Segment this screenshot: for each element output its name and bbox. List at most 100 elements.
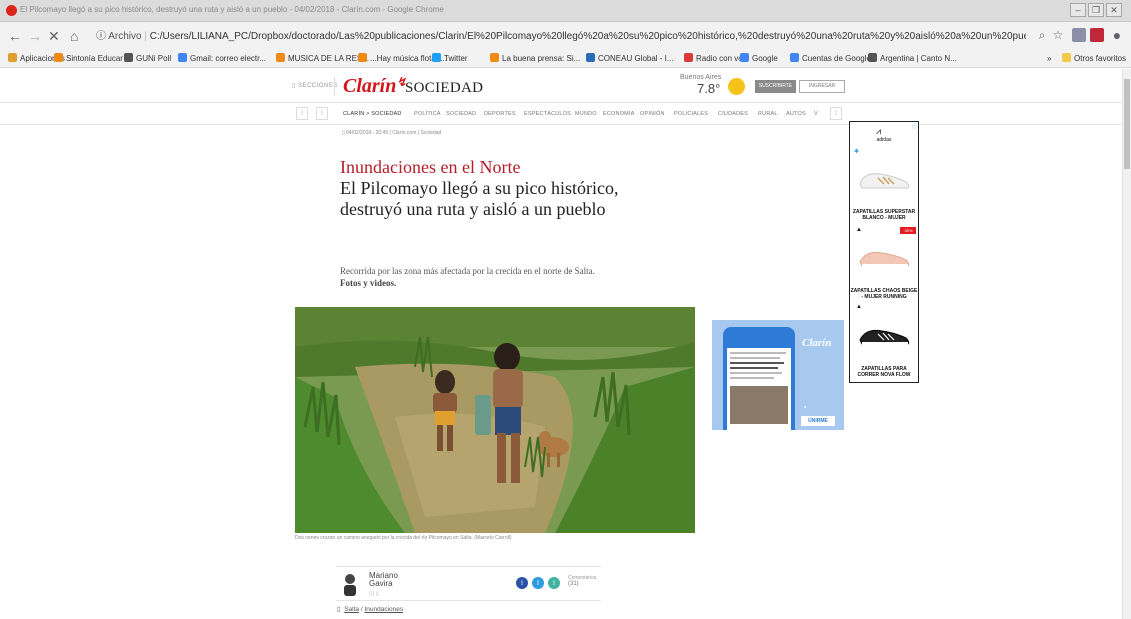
nav-item[interactable]: RURAL (758, 111, 778, 117)
author-row: Mariano Gavira ▯ | ▯ ▯ ▯ ▯ Comentarios (3… (336, 566, 601, 601)
bookmark-item[interactable]: Google (740, 53, 778, 65)
tag-topic[interactable]: Inundaciones (364, 606, 403, 613)
nav-item[interactable]: POLICIALES (674, 111, 708, 117)
bookmark-item[interactable]: La buena prensa: Si... (490, 53, 580, 65)
product-label[interactable]: ZAPATILLAS CHAOS BEIGE - MUJER RUNNING (850, 288, 918, 300)
bookmarks-bar: Aplicaciones Sintonía Educar GUNi Poll Gmai… (0, 50, 1131, 68)
product-label[interactable]: ZAPATILLAS PARA CORRER NOVA FLOW (850, 366, 918, 378)
page-scrollbar[interactable] (1122, 69, 1131, 619)
scrollbar-thumb[interactable] (1124, 79, 1130, 169)
adidas-small-icon: ▲ (856, 304, 862, 310)
section-nav: ▯ ▯ CLARÍN > SOCIEDAD POLÍTICA SOCIEDAD DEP… (0, 103, 1122, 125)
home-icon[interactable]: ⌂ (70, 28, 78, 44)
whatsapp-share-icon[interactable]: ▯ (548, 577, 560, 589)
bookmark-label: GUNi Poll (136, 54, 172, 63)
clarin-favicon-icon (6, 5, 17, 16)
url-field[interactable]: ⓘ Archivo | C:/Users/LILIANA_PC/Dropbox/… (96, 28, 1026, 46)
extension-icon[interactable] (1072, 28, 1086, 42)
nav-item[interactable]: DEPORTES (484, 111, 516, 117)
page-viewport[interactable]: ▯ SECCIONES Clarín↯ SOCIEDAD Buenos Aire… (0, 69, 1122, 619)
nav-item[interactable]: OPINIÓN (640, 111, 665, 117)
bookmark-item[interactable]: Cuentas de Google (790, 53, 871, 65)
bookmark-item[interactable]: Argentina | Canto N... (868, 53, 957, 65)
author-avatar[interactable] (342, 572, 358, 596)
nav-item[interactable]: AUTOS (786, 111, 806, 117)
zoom-icon[interactable]: ⌕ (1035, 28, 1049, 42)
nav-item[interactable]: V (814, 111, 818, 117)
bookmark-favicon-icon (740, 53, 749, 62)
author-name[interactable]: Mariano Gavira (369, 572, 429, 588)
bookmark-favicon-icon (490, 53, 499, 62)
nav-search-icon[interactable]: ▯ (830, 107, 842, 120)
login-button[interactable]: INGRESAR (799, 80, 845, 93)
stop-icon[interactable]: ✕ (48, 28, 60, 44)
bookmark-favicon-icon (8, 53, 17, 62)
star-icon[interactable]: ☆ (1051, 28, 1065, 42)
info-icon[interactable]: ⓘ (96, 31, 106, 42)
article-summary: Recorrida por las zona más afectada por … (340, 266, 595, 288)
nav-item[interactable]: CIUDADES (718, 111, 748, 117)
article-photo[interactable] (295, 307, 695, 533)
author-social-icons[interactable]: ▯ | ▯ (369, 591, 379, 597)
bookmark-item[interactable]: Sintonía Educar (54, 53, 123, 65)
bookmark-favicon-icon (586, 53, 595, 62)
nav-icon[interactable]: ▯ (296, 107, 308, 120)
url-text: C:/Users/LILIANA_PC/Dropbox/doctorado/La… (149, 31, 1026, 42)
nav-icon[interactable]: ▯ (316, 107, 328, 120)
nav-item[interactable]: ECONOMÍA (603, 111, 635, 117)
weather-temperature: 7.8° (697, 81, 721, 96)
bookmark-item[interactable]: MUSICA DE LA RES... (276, 53, 369, 65)
shoe-nova-flow-image (859, 329, 910, 345)
section-title: SOCIEDAD (405, 80, 484, 96)
article-kicker: Inundaciones en el Norte (340, 157, 521, 177)
adidas-small-icon: ✱ (854, 149, 860, 155)
secciones-button[interactable]: ▯ SECCIONES (292, 82, 338, 89)
bookmark-item[interactable]: Gmail: correo electr... (178, 53, 266, 65)
bookmark-favicon-icon (868, 53, 877, 62)
bookmarks-more-icon[interactable]: » (1047, 53, 1051, 65)
account-icon[interactable]: ● (1110, 28, 1124, 42)
telegram-ad-brand: Clarín (802, 337, 832, 349)
nav-item[interactable]: MUNDO (575, 111, 597, 117)
shoe-chaos-image (859, 251, 910, 267)
minimize-icon[interactable]: – (1070, 3, 1086, 17)
twitter-share-icon[interactable]: ▯ (532, 577, 544, 589)
telegram-ad[interactable]: Clarín ● ÚNIRME (712, 320, 844, 430)
close-icon[interactable]: ✕ (1106, 3, 1122, 17)
article-dateline: ▯ 04/02/2018 - 20:45 | Clarín.com | Soci… (342, 130, 442, 136)
join-button[interactable]: ÚNIRME (801, 416, 835, 426)
subscribe-button[interactable]: SUSCRIBIRTE (755, 80, 796, 93)
bookmark-label: Twitter (444, 54, 468, 63)
bookmark-item[interactable]: CONEAU Global - I... (586, 53, 674, 65)
adidas-ad[interactable]: ⓘ ⩘ adidas ✱ ZAPATILLAS SUPERSTAR BLANCO… (849, 121, 919, 383)
adidas-small-icon: ▲ (856, 227, 862, 233)
adchoices-icon[interactable]: ⓘ (912, 123, 917, 130)
restore-icon[interactable]: ❐ (1088, 3, 1104, 17)
bookmark-favicon-icon (684, 53, 693, 62)
forward-icon[interactable]: → (28, 28, 42, 44)
telegram-icon: ● (804, 404, 807, 409)
url-scheme: Archivo (108, 31, 142, 42)
bookmark-label: CONEAU Global - I... (598, 54, 674, 63)
bookmark-label: Cuentas de Google (802, 54, 871, 63)
nav-item[interactable]: ESPECTÁCULOS (524, 111, 571, 117)
other-bookmarks[interactable]: Otros favoritos (1062, 53, 1126, 65)
bookmark-item[interactable]: Twitter (432, 53, 468, 65)
bookmark-item[interactable]: Radio con vos (684, 53, 747, 65)
adidas-logo-icon: ⩘ (876, 126, 882, 136)
extension-pdf-icon[interactable] (1090, 28, 1104, 42)
comments-count[interactable]: (31) (568, 581, 579, 587)
bookmark-item[interactable]: GUNi Poll (124, 53, 171, 65)
nav-item[interactable]: POLÍTICA (414, 111, 441, 117)
nav-item[interactable]: SOCIEDAD (446, 111, 476, 117)
facebook-share-icon[interactable]: ▯ (516, 577, 528, 589)
article-tags: ▯ Salta / Inundaciones (337, 606, 404, 613)
nav-item[interactable]: CLARÍN > SOCIEDAD (343, 111, 402, 117)
tag-location[interactable]: Salta (344, 606, 359, 613)
bookmark-favicon-icon (276, 53, 285, 62)
clarin-logo[interactable]: Clarín↯ (343, 75, 406, 98)
bookmark-favicon-icon (54, 53, 63, 62)
product-label[interactable]: ZAPATILLAS SUPERSTAR BLANCO - MUJER (850, 209, 918, 221)
back-icon[interactable]: ← (8, 28, 22, 44)
article-headline: El Pilcomayo llegó a su pico histórico, … (340, 178, 619, 219)
